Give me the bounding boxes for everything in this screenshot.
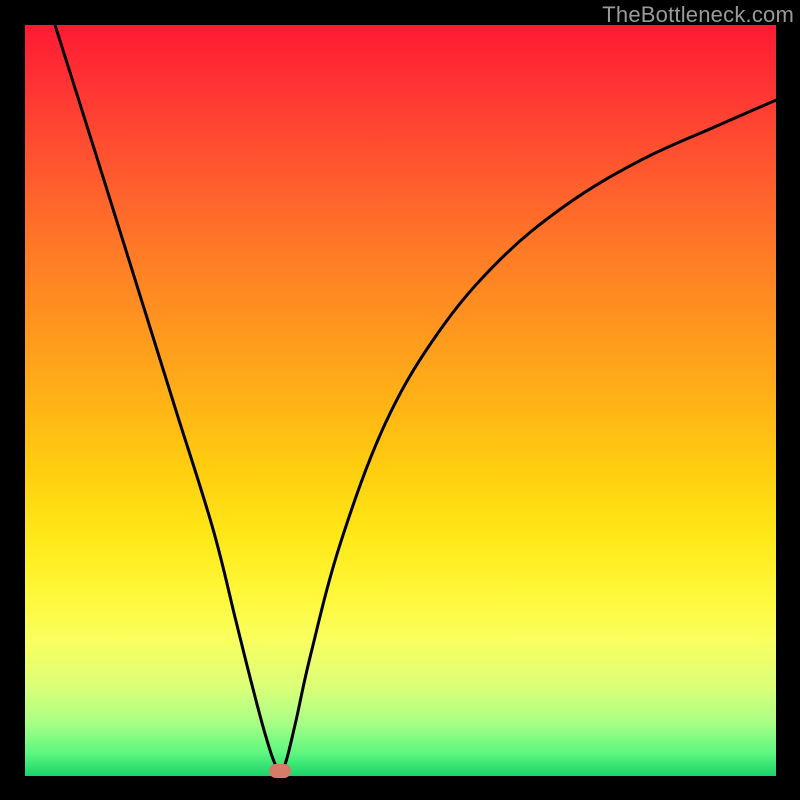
curve-svg bbox=[25, 25, 776, 776]
plot-area bbox=[25, 25, 776, 776]
minimum-marker bbox=[269, 764, 291, 778]
watermark-text: TheBottleneck.com bbox=[602, 2, 794, 28]
chart-frame: TheBottleneck.com bbox=[0, 0, 800, 800]
bottleneck-curve bbox=[55, 25, 776, 772]
